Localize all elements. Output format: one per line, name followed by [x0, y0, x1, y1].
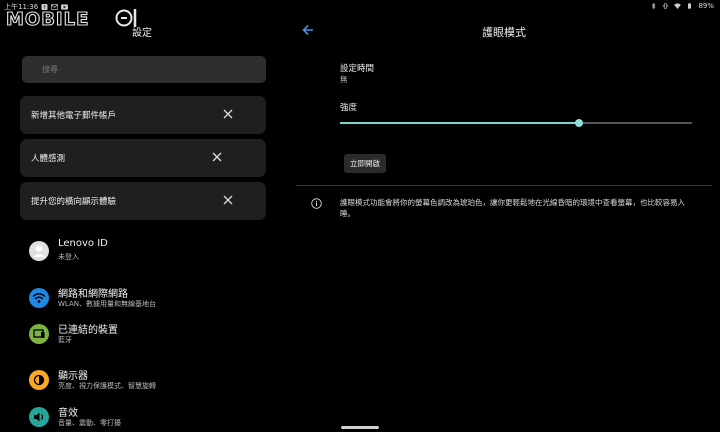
slider-fill — [340, 122, 580, 124]
menu-item-display[interactable]: 顯示器 亮度、視力保護模式、智慧旋轉 — [28, 366, 278, 400]
suggestion-label: 新增其他電子郵件帳戶 — [31, 111, 117, 121]
suggestion-label: 人體感測 — [31, 154, 66, 164]
vibrate-icon — [663, 3, 669, 9]
search-placeholder: 搜尋 — [42, 65, 58, 74]
suggestion-card-landscape[interactable]: 提升您的橫向顯示體驗 — [20, 182, 266, 220]
battery-percent: 89% — [698, 2, 714, 10]
close-icon[interactable] — [223, 109, 233, 119]
info-icon — [311, 198, 322, 209]
search-input[interactable]: 搜尋 — [22, 56, 266, 83]
menu-item-lenovo-id[interactable]: Lenovo ID 未登入 — [28, 237, 278, 271]
navigation-handle[interactable] — [341, 426, 379, 429]
close-icon[interactable] — [212, 152, 222, 162]
intensity-slider[interactable] — [340, 119, 692, 127]
suggestion-card-presence-sensing[interactable]: 人體感測 — [20, 139, 266, 177]
detail-title: 護眼模式 — [482, 26, 526, 39]
menu-item-connected-devices[interactable]: 已連結的裝置 藍牙 — [28, 320, 278, 354]
wifi-icon — [29, 288, 49, 308]
menu-item-subtitle: WLAN、數據用量和無線基地台 — [58, 300, 157, 308]
brightness-icon — [29, 370, 49, 390]
menu-item-network[interactable]: 網路和網際網路 WLAN、數據用量和無線基地台 — [28, 284, 278, 318]
turn-on-now-button[interactable]: 立即開啟 — [344, 154, 386, 173]
battery-icon — [688, 3, 692, 9]
menu-item-title: 網路和網際網路 — [58, 289, 128, 300]
intensity-label: 強度 — [340, 103, 358, 113]
menu-item-title: 已連結的裝置 — [58, 325, 118, 336]
close-icon[interactable] — [223, 195, 233, 205]
menu-item-title: Lenovo ID — [58, 238, 108, 249]
schedule-setting[interactable]: 設定時間 — [340, 62, 374, 74]
menu-item-title: 音效 — [58, 408, 78, 419]
watermark-logo: MOBILE — [6, 6, 146, 30]
suggestion-label: 提升您的橫向顯示體驗 — [31, 197, 117, 207]
slider-thumb[interactable] — [575, 119, 584, 127]
volume-icon — [29, 407, 49, 427]
info-description: 護眼模式功能會將你的螢幕色調改為琥珀色，讓你更輕鬆地在光線昏暗的環境中查看螢幕，… — [340, 198, 685, 218]
menu-item-subtitle: 藍牙 — [58, 336, 72, 344]
menu-item-title: 顯示器 — [58, 371, 88, 382]
page-title: 設定 — [132, 28, 152, 39]
menu-item-subtitle: 亮度、視力保護模式、智慧旋轉 — [58, 382, 156, 390]
account-icon — [29, 241, 49, 261]
schedule-value: 無 — [340, 75, 348, 84]
devices-icon — [29, 324, 49, 344]
suggestion-card-add-email[interactable]: 新增其他電子郵件帳戶 — [20, 96, 266, 134]
bluetooth-icon — [652, 3, 656, 9]
menu-item-sound[interactable]: 音效 音量、震動、零打擾 — [28, 403, 278, 432]
svg-text:MOBILE: MOBILE — [6, 9, 89, 30]
divider — [296, 185, 712, 186]
menu-item-subtitle: 未登入 — [58, 253, 79, 261]
wifi-icon — [674, 3, 682, 9]
status-right: 89% — [650, 2, 714, 10]
mobile01-logo: MOBILE — [6, 8, 137, 30]
back-arrow-icon[interactable] — [300, 22, 316, 38]
menu-item-subtitle: 音量、震動、零打擾 — [58, 419, 121, 427]
